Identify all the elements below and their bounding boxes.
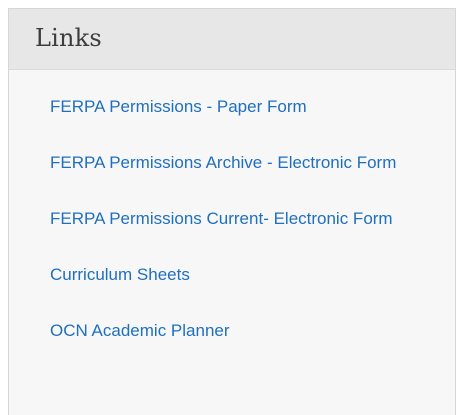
list-item: FERPA Permissions Archive - Electronic F… xyxy=(50,148,425,179)
list-item: Curriculum Sheets xyxy=(50,260,425,291)
list-item: FERPA Permissions - Paper Form xyxy=(50,92,425,123)
link-ferpa-paper-form[interactable]: FERPA Permissions - Paper Form xyxy=(50,97,307,116)
link-ocn-academic-planner[interactable]: OCN Academic Planner xyxy=(50,321,230,340)
link-list: FERPA Permissions - Paper Form FERPA Per… xyxy=(9,70,455,347)
links-panel: Links FERPA Permissions - Paper Form FER… xyxy=(8,8,456,415)
link-curriculum-sheets[interactable]: Curriculum Sheets xyxy=(50,265,190,284)
list-item: OCN Academic Planner xyxy=(50,316,425,347)
link-ferpa-current-electronic-form[interactable]: FERPA Permissions Current- Electronic Fo… xyxy=(50,209,393,228)
panel-title: Links xyxy=(35,24,102,52)
list-item: FERPA Permissions Current- Electronic Fo… xyxy=(50,204,425,235)
panel-header: Links xyxy=(9,9,455,70)
link-ferpa-archive-electronic-form[interactable]: FERPA Permissions Archive - Electronic F… xyxy=(50,153,396,172)
